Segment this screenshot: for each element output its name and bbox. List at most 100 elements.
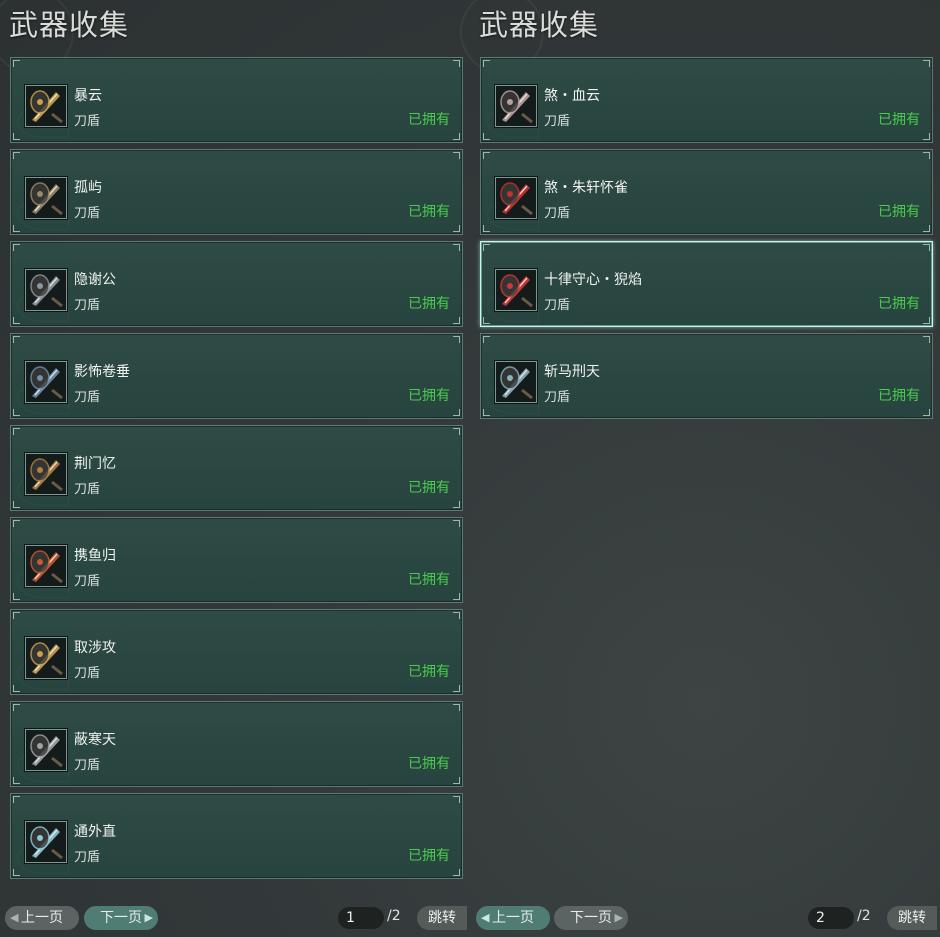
corner-mark — [453, 152, 460, 159]
owned-status: 已拥有 — [408, 388, 450, 404]
owned-status: 已拥有 — [408, 112, 450, 128]
weapon-type: 刀盾 — [74, 206, 101, 221]
next-page-label: 下一页 — [100, 910, 142, 926]
corner-mark — [13, 704, 20, 711]
weapon-type: 刀盾 — [74, 390, 101, 405]
corner-mark — [13, 777, 20, 784]
weapon-type: 刀盾 — [74, 482, 101, 497]
weapon-card[interactable]: 隐谢公 刀盾 已拥有 — [10, 241, 463, 327]
corner-mark — [923, 60, 930, 67]
owned-status: 已拥有 — [878, 388, 920, 404]
weapon-card[interactable]: 荆门忆刀盾 已拥有 — [10, 425, 463, 511]
blade-shield-icon — [25, 177, 67, 219]
corner-mark — [483, 244, 490, 251]
jump-button[interactable]: 跳转 — [417, 906, 467, 930]
pager: ◀ 上一页 下一页 ▶ 2 /2 跳转 — [475, 906, 937, 931]
weapon-card[interactable]: 斩马刑天 刀盾 已拥有 — [480, 333, 933, 419]
corner-mark — [453, 336, 460, 343]
corner-mark — [453, 520, 460, 527]
owned-status: 已拥有 — [408, 848, 450, 864]
blade-shield-icon — [25, 269, 67, 311]
corner-mark — [453, 409, 460, 416]
weapon-name: 暴云 — [74, 88, 102, 104]
weapon-card[interactable]: 十律守心・猊焰 刀盾 已拥有 — [480, 241, 933, 327]
weapon-type: 刀盾 — [74, 114, 101, 129]
prev-page-button[interactable]: ◀ 上一页 — [476, 906, 550, 930]
blade-shield-icon — [25, 453, 67, 495]
corner-mark — [453, 225, 460, 232]
weapon-card[interactable]: 暴云刀盾 已拥有 — [10, 57, 463, 143]
owned-status: 已拥有 — [408, 480, 450, 496]
weapon-card[interactable]: 孤屿 刀盾 已拥有 — [10, 149, 463, 235]
weapon-type: 刀盾 — [544, 390, 571, 405]
weapon-card[interactable]: 煞・朱轩怀雀 刀盾 已拥有 — [480, 149, 933, 235]
corner-mark — [923, 152, 930, 159]
blade-shield-icon — [25, 545, 67, 587]
blade-shield-icon — [495, 85, 537, 127]
jump-button[interactable]: 跳转 — [887, 906, 937, 930]
weapon-card[interactable]: 煞・血云 刀盾 已拥有 — [480, 57, 933, 143]
corner-mark — [923, 133, 930, 140]
corner-mark — [13, 685, 20, 692]
owned-status: 已拥有 — [878, 204, 920, 220]
corner-mark — [453, 60, 460, 67]
owned-status: 已拥有 — [878, 296, 920, 312]
weapon-type: 刀盾 — [544, 114, 571, 129]
corner-mark — [453, 612, 460, 619]
weapon-card[interactable]: 携鱼归 刀盾 已拥有 — [10, 517, 463, 603]
weapon-panel-right: 武器收集 煞・血云 刀盾 已拥有 煞・朱轩怀雀 刀盾 已拥有 十律守心・猊焰 刀盾 已拥有 斩马刑… — [460, 0, 937, 937]
prev-page-button[interactable]: ◀ 上一页 — [5, 906, 79, 930]
corner-mark — [923, 409, 930, 416]
weapon-name: 蔽寒天 — [74, 732, 116, 748]
page-total: /2 — [387, 908, 401, 924]
weapon-card[interactable]: 影怖卷垂刀盾 已拥有 — [10, 333, 463, 419]
weapon-card[interactable]: 通外直 刀盾 已拥有 — [10, 793, 463, 879]
corner-mark — [483, 409, 490, 416]
weapon-name: 取涉攻 — [74, 640, 116, 656]
next-page-button[interactable]: 下一页 ▶ — [84, 906, 158, 930]
owned-status: 已拥有 — [408, 204, 450, 220]
corner-mark — [13, 244, 20, 251]
corner-mark — [453, 869, 460, 876]
owned-status: 已拥有 — [878, 112, 920, 128]
corner-mark — [13, 593, 20, 600]
corner-mark — [13, 336, 20, 343]
page-number-input[interactable]: 2 — [808, 907, 854, 929]
corner-mark — [13, 796, 20, 803]
weapon-name: 十律守心・猊焰 — [544, 272, 642, 288]
weapon-name: 荆门忆 — [74, 456, 116, 472]
corner-mark — [923, 244, 930, 251]
blade-shield-icon — [25, 637, 67, 679]
corner-mark — [13, 520, 20, 527]
weapon-card[interactable]: 取涉攻 刀盾 已拥有 — [10, 609, 463, 695]
weapon-type: 刀盾 — [74, 574, 101, 589]
prev-page-label: 上一页 — [21, 910, 63, 926]
next-page-label: 下一页 — [570, 910, 612, 926]
page-number-input[interactable]: 1 — [338, 907, 384, 929]
corner-mark — [453, 593, 460, 600]
panel-title: 武器收集 — [479, 8, 600, 42]
corner-mark — [13, 428, 20, 435]
weapon-type: 刀盾 — [74, 298, 101, 313]
owned-status: 已拥有 — [408, 572, 450, 588]
weapon-type: 刀盾 — [544, 206, 571, 221]
corner-mark — [453, 244, 460, 251]
weapon-name: 影怖卷垂 — [74, 364, 130, 380]
weapon-name: 隐谢公 — [74, 272, 116, 288]
corner-mark — [453, 133, 460, 140]
corner-mark — [13, 501, 20, 508]
corner-mark — [483, 133, 490, 140]
blade-shield-icon — [25, 361, 67, 403]
next-page-button[interactable]: 下一页 ▶ — [554, 906, 628, 930]
weapon-card[interactable]: 蔽寒天 刀盾 已拥有 — [10, 701, 463, 787]
weapon-name: 煞・朱轩怀雀 — [544, 180, 628, 196]
owned-status: 已拥有 — [408, 756, 450, 772]
owned-status: 已拥有 — [408, 664, 450, 680]
weapon-name: 通外直 — [74, 824, 116, 840]
corner-mark — [453, 428, 460, 435]
corner-mark — [923, 317, 930, 324]
corner-mark — [453, 317, 460, 324]
corner-mark — [13, 317, 20, 324]
corner-mark — [13, 60, 20, 67]
corner-mark — [483, 60, 490, 67]
